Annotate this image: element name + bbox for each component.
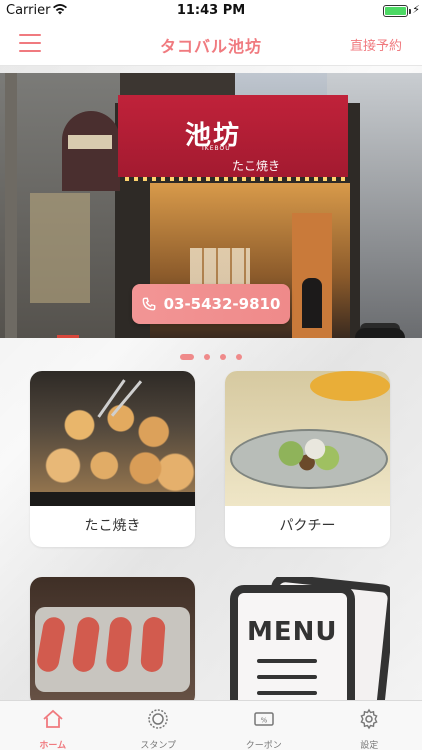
hero-person bbox=[302, 278, 322, 328]
menu-card-takoyaki[interactable]: たこ焼き bbox=[30, 371, 195, 547]
hero-red-box bbox=[57, 335, 79, 338]
menu-book-icon: MENU bbox=[225, 577, 390, 707]
hero-sign-takoyaki: たこ焼き bbox=[232, 159, 281, 173]
hero-scooter bbox=[355, 328, 405, 338]
menu-card-sausage[interactable] bbox=[30, 577, 195, 707]
carousel-dot-2[interactable] bbox=[204, 353, 210, 360]
tab-bar: ホーム スタンプ % クーポン 設定 bbox=[0, 700, 422, 750]
phone-icon bbox=[142, 297, 155, 311]
call-phone-button[interactable]: 03-5432-9810 bbox=[132, 284, 290, 324]
svg-text:%: % bbox=[260, 717, 267, 725]
charging-icon: ⚡ bbox=[412, 3, 420, 16]
takoyaki-photo bbox=[30, 371, 195, 506]
hero-awning bbox=[62, 111, 120, 191]
stamp-icon bbox=[148, 709, 168, 729]
carousel-page-dots[interactable] bbox=[0, 346, 422, 360]
gear-icon bbox=[360, 708, 378, 730]
menu-line bbox=[257, 659, 317, 663]
menu-word: MENU bbox=[247, 617, 338, 647]
pakuchi-bowl bbox=[310, 371, 390, 401]
tab-label: スタンプ bbox=[140, 741, 177, 750]
battery-nub bbox=[409, 9, 411, 14]
tab-coupon[interactable]: % クーポン bbox=[211, 701, 317, 750]
sausage-photo bbox=[30, 577, 195, 707]
hero-sign-romaji: IKEBOU bbox=[202, 145, 231, 152]
tab-label: クーポン bbox=[245, 741, 282, 750]
carousel-dot-3[interactable] bbox=[220, 353, 226, 360]
phone-number: 03-5432-9810 bbox=[163, 295, 281, 313]
pakuchi-salad bbox=[267, 431, 347, 476]
tab-settings[interactable]: 設定 bbox=[317, 701, 422, 750]
menu-line bbox=[257, 675, 317, 679]
coupon-icon: % bbox=[254, 712, 274, 726]
menu-line bbox=[257, 691, 317, 695]
tab-label: 設定 bbox=[360, 741, 379, 750]
hero-window bbox=[30, 193, 90, 303]
sausage bbox=[140, 616, 166, 673]
nav-bar: タコバル池坊 直接予約 bbox=[0, 22, 422, 66]
hero-utility-pole bbox=[5, 73, 17, 338]
home-icon bbox=[43, 709, 63, 728]
status-bar: Carrier 11:43 PM ⚡ bbox=[0, 0, 422, 22]
tab-label: ホーム bbox=[39, 741, 67, 750]
hero-awning-sign bbox=[68, 135, 112, 149]
battery-icon bbox=[383, 5, 408, 17]
menu-card-label: たこ焼き bbox=[84, 518, 141, 534]
hero-string-lights bbox=[125, 177, 345, 181]
menu-card-label: パクチー bbox=[279, 518, 336, 534]
status-time: 11:43 PM bbox=[176, 3, 246, 18]
carousel-dot-1[interactable] bbox=[180, 353, 194, 360]
direct-reservation-link[interactable]: 直接予約 bbox=[350, 35, 402, 54]
menu-card-pakuchi[interactable]: パクチー bbox=[225, 371, 390, 547]
pakuchi-photo bbox=[225, 371, 390, 506]
carousel-dot-4[interactable] bbox=[236, 353, 242, 360]
takoyaki-pick bbox=[110, 380, 143, 417]
takoyaki-grill bbox=[30, 492, 195, 506]
tab-stamp[interactable]: スタンプ bbox=[106, 701, 212, 750]
menu-card-menu[interactable]: MENU bbox=[225, 577, 390, 707]
tab-home[interactable]: ホーム bbox=[0, 701, 106, 750]
